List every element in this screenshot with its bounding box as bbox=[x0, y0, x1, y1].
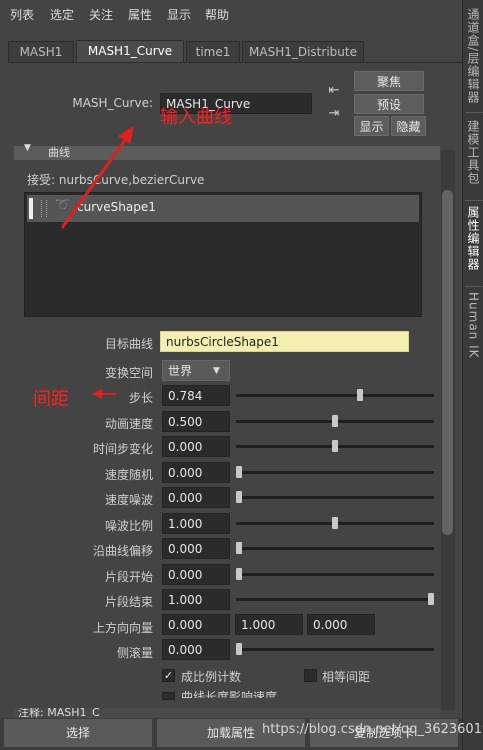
select-button[interactable]: 选择 bbox=[4, 719, 152, 747]
annotation-spacing: 间距 bbox=[33, 389, 69, 410]
watermark-text: https://blog.csdn.net/qq_36236019 bbox=[262, 722, 483, 737]
annotation-input-curve: 输入曲线 bbox=[160, 107, 232, 128]
annotation-layer bbox=[60, 126, 134, 399]
input-curve-arrow-icon bbox=[60, 126, 134, 229]
spacing-arrow-icon bbox=[92, 389, 116, 399]
